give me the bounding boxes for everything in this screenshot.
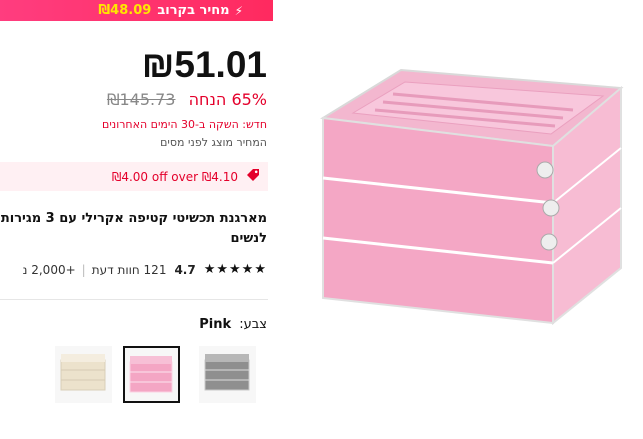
- lightning-icon: ⚡: [234, 3, 243, 18]
- coupon-banner[interactable]: ₪4.00 off over ₪4.10: [0, 162, 268, 191]
- product-image[interactable]: [283, 58, 628, 328]
- discount-percent: 65% הנחה: [188, 90, 267, 109]
- original-price: ₪145.73: [106, 90, 176, 109]
- divider: [0, 299, 268, 300]
- selected-color: Pink: [199, 317, 232, 332]
- current-price: ₪51.01: [141, 44, 267, 85]
- variant-thumb-pink[interactable]: [123, 346, 180, 403]
- tax-note: המחיר מוצג לפני מסים: [160, 136, 267, 149]
- coming-price-value: ₪48.09: [98, 3, 152, 18]
- review-count[interactable]: 121 חוות דעת: [92, 263, 167, 277]
- color-selector-label: צבע: Pink: [199, 317, 267, 332]
- coupon-text: ₪4.00 off over ₪4.10: [111, 169, 238, 184]
- variant-thumb-gray[interactable]: [199, 346, 256, 403]
- separator: |: [81, 262, 86, 277]
- color-label: צבע:: [239, 317, 267, 332]
- discount-row: 65% הנחה ₪145.73: [107, 90, 267, 109]
- tag-icon: [246, 168, 260, 185]
- rating-value: 4.7: [174, 262, 196, 277]
- star-icon: ★★★★★: [203, 262, 267, 277]
- coming-price-label: מחיר בקרוב: [157, 3, 230, 18]
- product-title: מארגנת תכשיטי קטיפה אקרילי עם 3 מגירות ל…: [0, 211, 267, 246]
- variant-thumb-beige[interactable]: [55, 346, 112, 403]
- rating-row[interactable]: ★★★★★ 4.7 121 חוות דעת | +2,000 נ: [23, 262, 267, 277]
- coming-price-banner: ⚡ מחיר בקרוב ₪48.09: [0, 0, 273, 21]
- sold-count: +2,000 נ: [22, 262, 76, 277]
- product-info-panel: ⚡ מחיר בקרוב ₪48.09 ₪51.01 65% הנחה ₪145…: [0, 0, 273, 439]
- price-compare-note: חדש: השקה ב-30 הימים האחרונים: [102, 118, 267, 131]
